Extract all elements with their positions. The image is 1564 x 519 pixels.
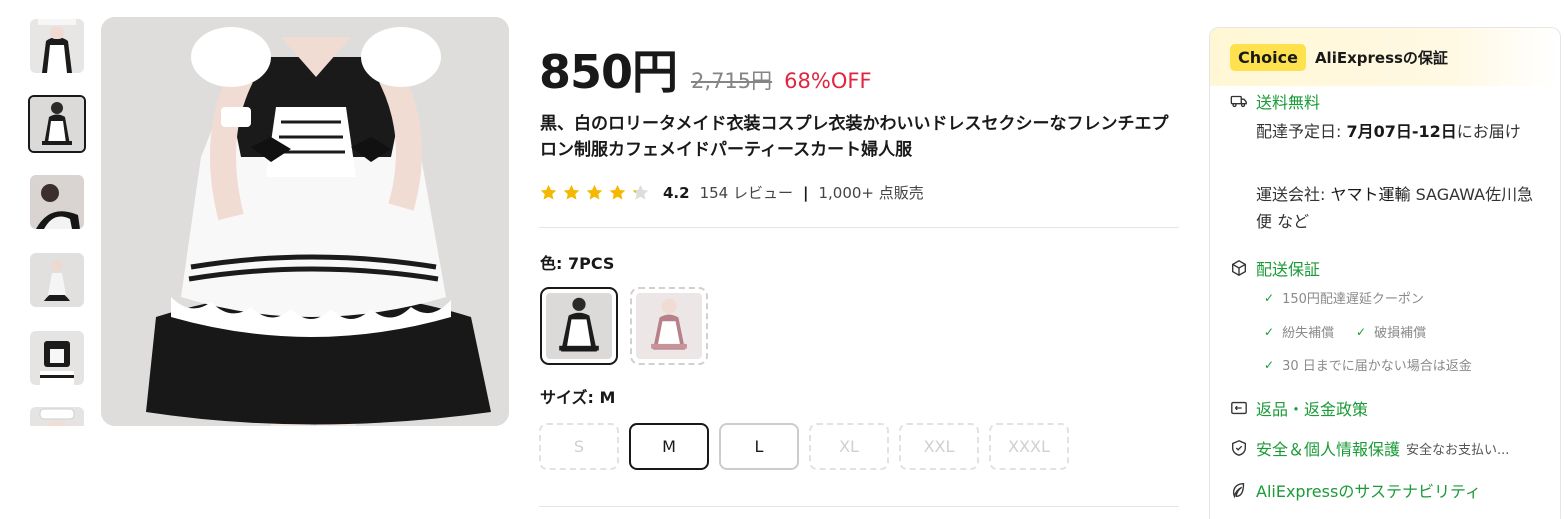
thumbnail-4[interactable] xyxy=(30,253,84,307)
thumbnail-6[interactable] xyxy=(30,407,84,426)
shield-check-icon xyxy=(1232,440,1246,456)
check-icon: ✓ xyxy=(1264,324,1275,339)
thumbnail-strip xyxy=(28,17,86,426)
star-icon-full xyxy=(586,184,603,200)
security-section[interactable]: 安全＆個人情報保護 安全なお支払い... xyxy=(1230,436,1509,460)
discount-badge: 68%OFF xyxy=(784,69,872,93)
thumbnail-3[interactable] xyxy=(30,175,84,229)
delivery-prefix: 配達予定日: xyxy=(1256,122,1347,141)
guarantee-item: ✓ 30 日までに届かない場合は返金 xyxy=(1264,357,1472,375)
guarantee-header: Choice AliExpressの保証 xyxy=(1210,28,1560,86)
star-icon-partial xyxy=(632,184,649,200)
size-label: サイズ: M xyxy=(540,388,616,407)
guarantee-item: ✓ 破損補償 xyxy=(1356,324,1427,342)
guarantee-title: AliExpressの保証 xyxy=(1314,48,1448,67)
review-count-link[interactable]: 154 レビュー xyxy=(700,182,793,203)
main-product-image[interactable] xyxy=(101,17,509,426)
delivery-suffix: にお届け xyxy=(1456,122,1521,141)
thumbnail-2[interactable] xyxy=(28,95,86,153)
sustainability-section[interactable]: AliExpressのサステナビリティ xyxy=(1230,478,1481,502)
divider xyxy=(539,506,1179,507)
price-row: 850円 2,715円 68%OFF xyxy=(539,36,872,102)
current-price: 850円 xyxy=(539,45,678,99)
color-swatch-pink[interactable] xyxy=(630,287,708,365)
size-option-xxxl[interactable]: XXXL xyxy=(989,423,1069,470)
delivery-guarantee-section[interactable]: 配送保証 xyxy=(1230,256,1320,280)
size-option-m[interactable]: M xyxy=(629,423,709,470)
rating-row: 4.2 154 レビュー | 1,000+ 点販売 xyxy=(540,182,924,203)
size-option-l[interactable]: L xyxy=(719,423,799,470)
free-shipping-title: 送料無料 xyxy=(1256,93,1321,112)
security-extra: 安全なお支払い... xyxy=(1406,442,1510,458)
check-icon: ✓ xyxy=(1356,324,1367,339)
returns-section[interactable]: 返品・返金政策 xyxy=(1230,396,1368,420)
returns-title: 返品・返金政策 xyxy=(1256,400,1369,419)
truck-icon xyxy=(1230,95,1247,108)
size-option-xl[interactable]: XL xyxy=(809,423,889,470)
leaf-icon xyxy=(1232,483,1245,499)
choice-badge: Choice xyxy=(1230,43,1306,71)
delivery-guarantee-title: 配送保証 xyxy=(1256,260,1321,279)
check-icon: ✓ xyxy=(1264,290,1275,305)
carrier-prefix: 運送会社: xyxy=(1256,185,1331,204)
rating-value: 4.2 xyxy=(663,183,690,202)
security-title: 安全＆個人情報保護 xyxy=(1256,440,1401,459)
original-price: 2,715円 xyxy=(691,69,773,93)
sustainability-title: AliExpressのサステナビリティ xyxy=(1256,482,1482,501)
guarantee-item: ✓ 紛失補償 xyxy=(1264,324,1335,342)
guarantee-panel: Choice AliExpressの保証 送料無料 配達予定日: 7月07日-1… xyxy=(1209,27,1561,519)
divider xyxy=(539,227,1179,228)
color-swatch-black-white[interactable] xyxy=(540,287,618,365)
guarantee-item: ✓ 150円配達遅延クーポン xyxy=(1264,290,1424,308)
box-icon xyxy=(1232,260,1246,276)
size-option-xxl[interactable]: XXL xyxy=(899,423,979,470)
carrier-main: ヤマト運輸 xyxy=(1330,185,1411,204)
color-label: 色: 7PCS xyxy=(540,254,615,273)
thumbnail-1[interactable] xyxy=(30,19,84,73)
size-option-s[interactable]: S xyxy=(539,423,619,470)
free-shipping-section[interactable]: 送料無料 xyxy=(1230,89,1320,113)
return-box-icon xyxy=(1231,401,1247,415)
check-icon: ✓ xyxy=(1264,357,1275,372)
star-icon-full xyxy=(563,184,580,200)
star-icon-full xyxy=(609,184,626,200)
carrier-info: 運送会社: ヤマト運輸 SAGAWA佐川急便 など xyxy=(1256,181,1546,235)
star-icon-full xyxy=(540,184,557,200)
product-title: 黒、白のロリータメイド衣装コスプレ衣装かわいいドレスセクシーなフレンチエプロン制… xyxy=(540,114,1169,160)
delivery-estimate: 配達予定日: 7月07日-12日にお届け xyxy=(1256,118,1546,145)
thumbnail-5[interactable] xyxy=(30,331,84,385)
sold-count: 1,000+ 点販売 xyxy=(818,184,924,202)
delivery-dates: 7月07日-12日 xyxy=(1346,122,1457,141)
separator: | xyxy=(802,183,809,202)
